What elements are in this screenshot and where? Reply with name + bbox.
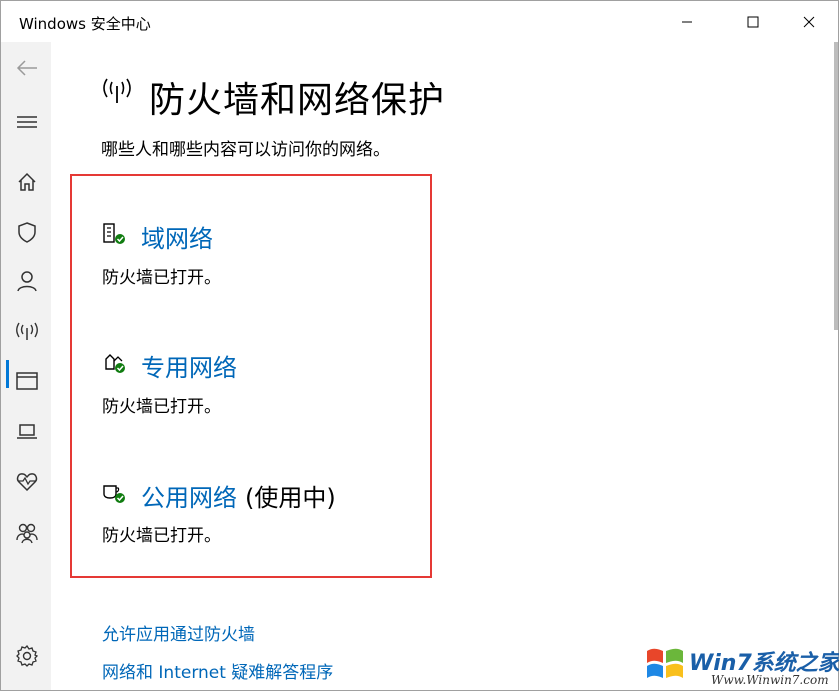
public-network-label[interactable]: 公用网络 [141, 484, 237, 512]
sidebar-item-home[interactable] [14, 169, 40, 195]
account-icon [17, 271, 37, 292]
public-network-link[interactable]: 公用网络 (使用中) [141, 478, 336, 513]
private-network-label[interactable]: 专用网络 [141, 354, 237, 382]
sidebar-item-settings[interactable] [14, 643, 40, 669]
private-network-icon [105, 354, 125, 373]
windows-logo-icon [647, 648, 683, 678]
hamburger-menu-button[interactable] [14, 109, 40, 135]
public-network-icon [103, 485, 125, 503]
close-button[interactable] [786, 1, 832, 42]
network-troubleshooter-link[interactable]: 网络和 Internet 疑难解答程序 [102, 658, 333, 683]
watermark: Win7系统之家 Www.Winwin7.com [641, 639, 839, 689]
title-bar: Windows 安全中心 [1, 1, 838, 42]
domain-network-status: 防火墙已打开。 [102, 268, 221, 288]
laptop-icon [17, 424, 37, 439]
public-network-in-use-badge: (使用中) [245, 484, 336, 512]
public-network-status: 防火墙已打开。 [102, 526, 221, 546]
wireless-signal-icon [103, 78, 131, 103]
sidebar-item-family[interactable] [14, 520, 40, 546]
sidebar-item-device-security[interactable] [14, 418, 40, 444]
family-icon [16, 523, 38, 544]
page-title: 防火墙和网络保护 [149, 80, 446, 121]
sidebar-item-firewall[interactable] [14, 318, 40, 344]
page-subtitle: 哪些人和哪些内容可以访问你的网络。 [101, 140, 390, 160]
app-browser-icon [16, 372, 38, 390]
minimize-icon [682, 21, 692, 22]
watermark-url: Www.Winwin7.com [711, 673, 829, 687]
shield-icon [18, 222, 36, 243]
scrollbar[interactable] [834, 42, 838, 330]
domain-network-link[interactable]: 域网络 [141, 219, 213, 254]
window-title: Windows 安全中心 [19, 15, 151, 33]
sidebar-item-app-browser[interactable] [14, 368, 40, 394]
minimize-button[interactable] [664, 1, 710, 42]
home-icon [18, 172, 36, 191]
sidebar-item-device-health[interactable] [14, 468, 40, 494]
sidebar-item-account[interactable] [14, 268, 40, 294]
sidebar-item-virus-protection[interactable] [14, 219, 40, 245]
gear-icon [16, 645, 38, 667]
active-indicator [6, 360, 9, 388]
hamburger-menu-icon [17, 116, 37, 128]
app-window: Windows 安全中心 防火墙和网络保护 哪些人和哪些内容可以访问你的网络。 … [0, 0, 839, 691]
private-network-status: 防火墙已打开。 [102, 397, 221, 417]
private-network-link[interactable]: 专用网络 [141, 348, 237, 383]
domain-network-label[interactable]: 域网络 [141, 225, 213, 253]
sidebar [1, 42, 51, 690]
wireless-signal-icon [16, 322, 38, 340]
maximize-icon [747, 16, 759, 27]
maximize-button[interactable] [730, 1, 776, 42]
allow-app-through-firewall-link[interactable]: 允许应用通过防火墙 [102, 620, 255, 645]
back-arrow-icon [16, 60, 37, 76]
domain-network-icon [103, 223, 125, 244]
close-icon [803, 16, 815, 27]
back-button[interactable] [14, 55, 40, 81]
heart-pulse-icon [16, 473, 38, 491]
